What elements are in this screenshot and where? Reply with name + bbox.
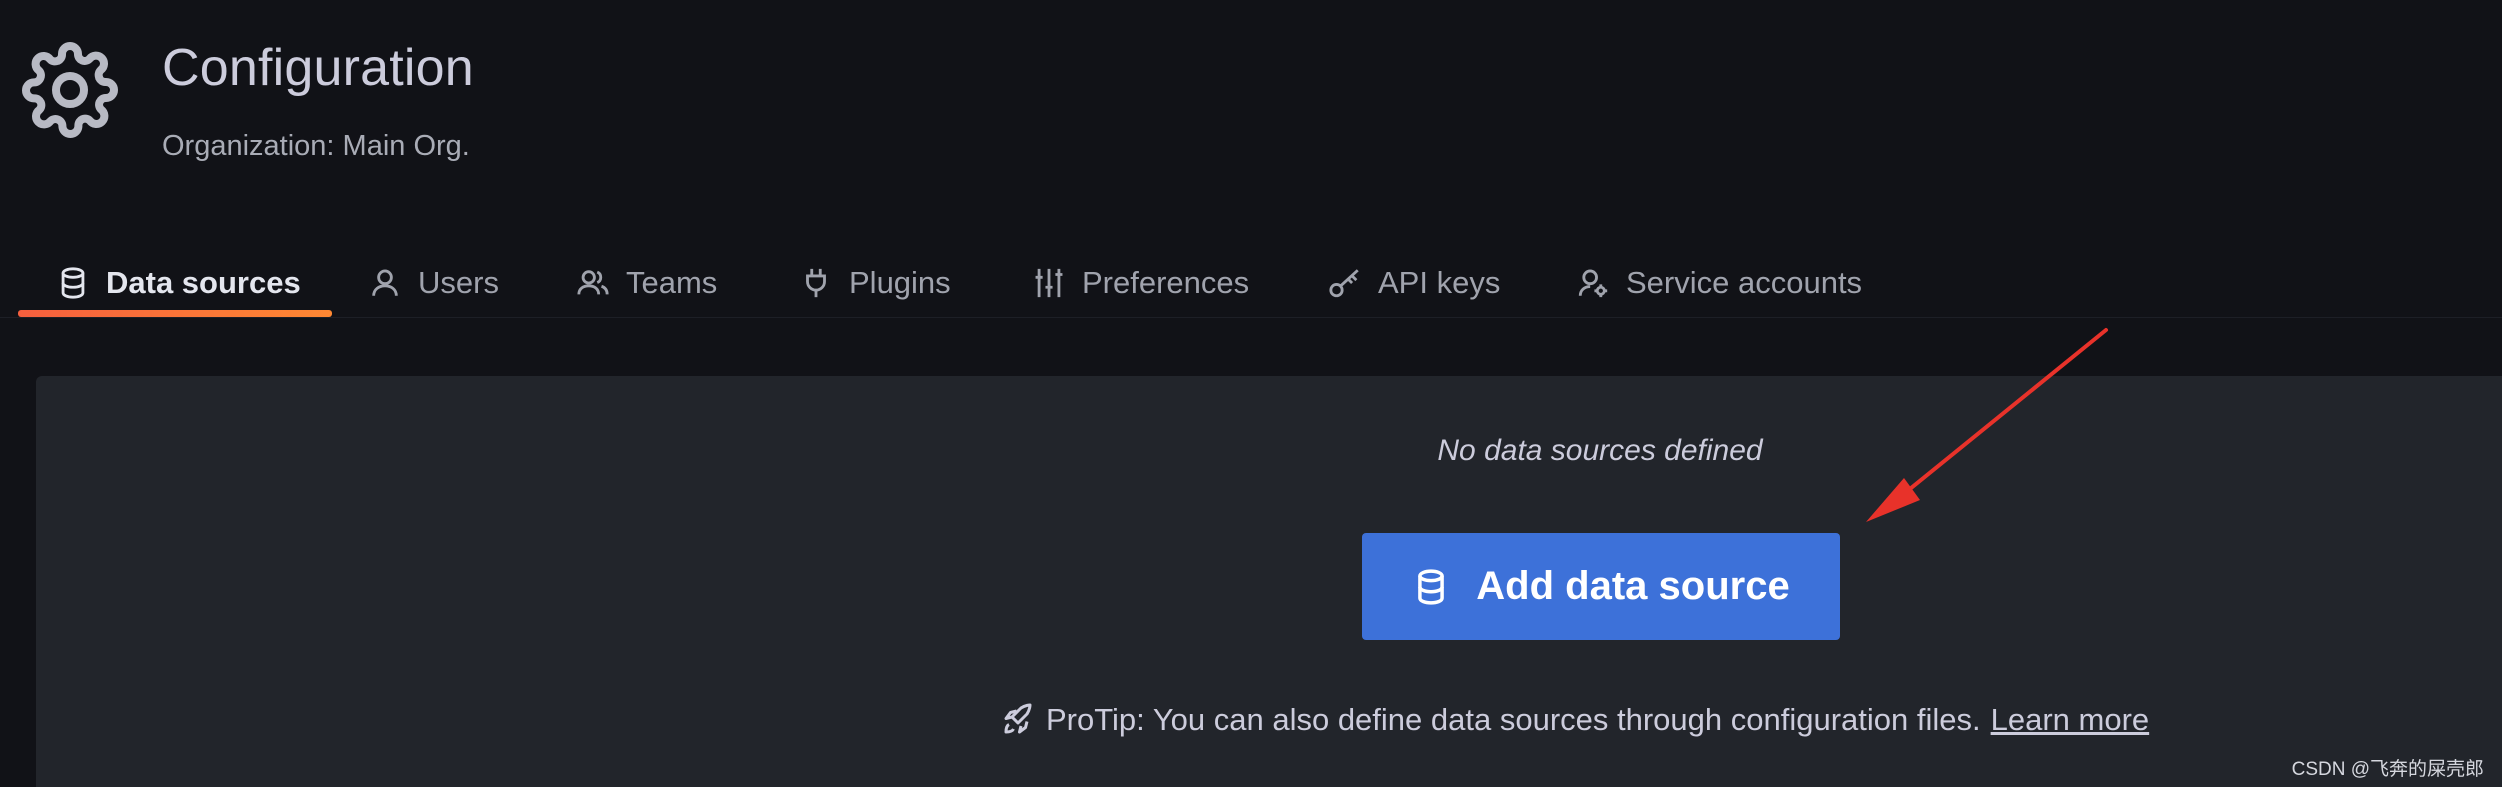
user-cog-icon (1576, 266, 1610, 300)
add-data-source-label: Add data source (1476, 564, 1790, 608)
tab-teams[interactable]: Teams (576, 248, 717, 318)
gear-icon (22, 42, 118, 138)
tab-label: Users (418, 265, 499, 300)
page-subtitle: Organization: Main Org. (162, 130, 470, 162)
tab-label: API keys (1378, 265, 1501, 300)
tab-api-keys[interactable]: API keys (1328, 248, 1500, 318)
tab-label: Preferences (1082, 265, 1250, 300)
protip-text: ProTip: You can also define data sources… (1046, 702, 1981, 737)
tab-preferences[interactable]: Preferences (1032, 248, 1249, 318)
add-data-source-button[interactable]: Add data source (1362, 533, 1840, 640)
active-tab-indicator (18, 310, 332, 317)
tab-plugins[interactable]: Plugins (799, 248, 951, 318)
sliders-icon (1032, 266, 1066, 300)
tab-label: Data sources (106, 265, 301, 300)
key-icon (1328, 266, 1362, 300)
plug-icon (799, 266, 833, 300)
users-icon (576, 266, 610, 300)
empty-state-message: No data sources defined (1437, 434, 1763, 467)
database-icon (1412, 568, 1450, 606)
tab-bar: Data sources Users Teams Plugins Prefere… (0, 248, 2502, 318)
tabs-divider (0, 317, 2502, 318)
tab-users[interactable]: Users (368, 248, 499, 318)
rocket-icon (1000, 702, 1036, 738)
watermark: CSDN @飞奔的屎壳郎 (2291, 759, 2484, 780)
tab-label: Teams (626, 265, 718, 300)
learn-more-link[interactable]: Learn more (1991, 702, 2150, 738)
tab-data-sources[interactable]: Data sources (56, 248, 301, 318)
protip: ProTip: You can also define data sources… (1000, 700, 2149, 740)
tab-service-accounts[interactable]: Service accounts (1576, 248, 1862, 318)
tab-label: Service accounts (1626, 265, 1863, 300)
configuration-page: Configuration Organization: Main Org. Da… (0, 0, 2502, 787)
tab-label: Plugins (849, 265, 951, 300)
user-icon (368, 266, 402, 300)
page-title: Configuration (162, 39, 474, 97)
database-icon (56, 266, 90, 300)
